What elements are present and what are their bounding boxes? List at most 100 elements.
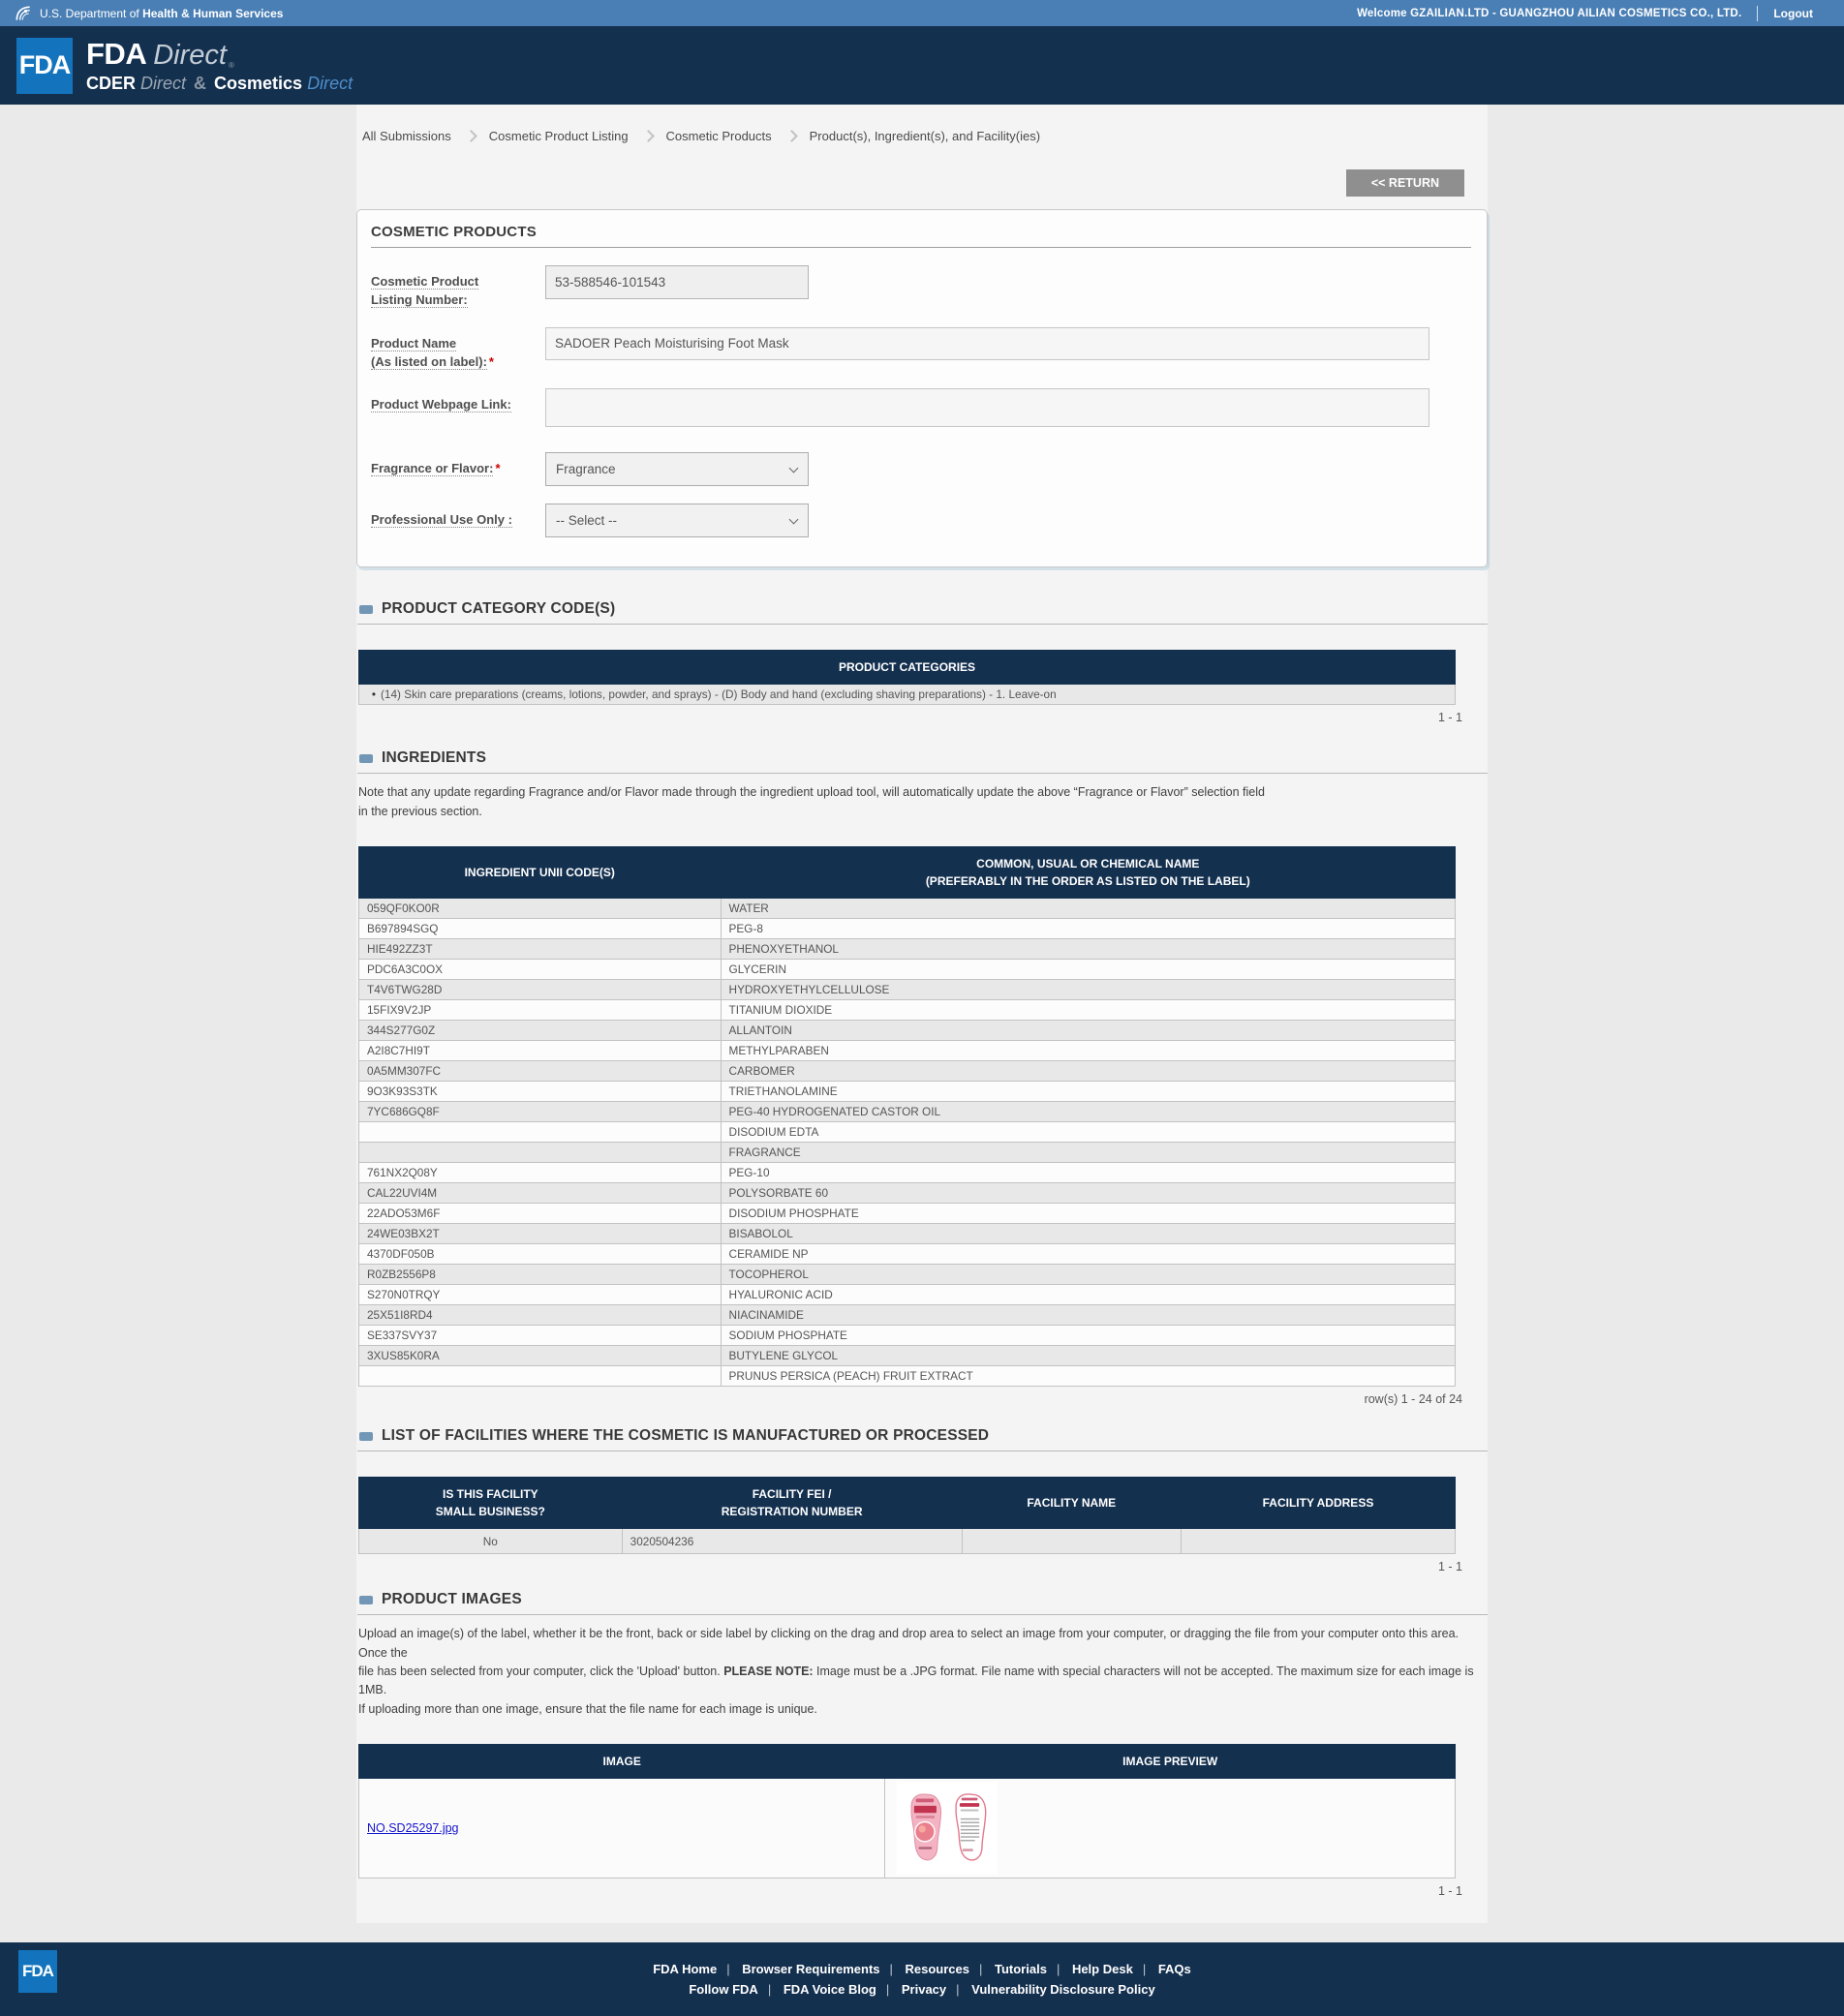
category-section-title: PRODUCT CATEGORY CODE(S) [382, 600, 616, 618]
ingredient-unii-code: 24WE03BX2T [358, 1223, 722, 1245]
product-name-label: Product Name (As listed on label): * [371, 335, 494, 370]
facility-name [961, 1528, 1182, 1555]
ingredient-row: 22ADO53M6F DISODIUM PHOSPHATE [358, 1203, 1457, 1225]
footer-link[interactable]: Resources [889, 1962, 982, 1976]
ingredient-unii-code: 0A5MM307FC [358, 1060, 722, 1083]
ingredient-unii-code: CAL22UVI4M [358, 1182, 722, 1205]
collapse-icon[interactable] [359, 753, 373, 763]
collapse-icon[interactable] [359, 1431, 373, 1441]
facilities-section-title: LIST OF FACILITIES WHERE THE COSMETIC IS… [382, 1427, 990, 1445]
footer-link[interactable]: Follow FDA [676, 1982, 771, 1997]
ingredient-unii-code: T4V6TWG28D [358, 979, 722, 1001]
ingredient-name: PRUNUS PERSICA (PEACH) FRUIT EXTRACT [720, 1365, 1457, 1388]
categories-header: PRODUCT CATEGORIES [358, 650, 1456, 686]
professional-use-select[interactable]: -- Select -- [545, 504, 809, 538]
ingredient-unii-code: 7YC686GQ8F [358, 1101, 722, 1123]
ingredient-row: PDC6A3C0OX GLYCERIN [358, 959, 1457, 981]
ingredient-name: TOCOPHEROL [720, 1264, 1457, 1286]
ingredient-unii-code: S270N0TRQY [358, 1284, 722, 1306]
hhs-department: U.S. Department of Health & Human Servic… [14, 4, 283, 23]
product-name-input[interactable] [545, 326, 1429, 360]
ingredient-name: ALLANTOIN [720, 1020, 1457, 1042]
unii-code-header: INGREDIENT UNII CODE(S) [358, 846, 722, 900]
breadcrumb-item[interactable]: Cosmetic Products [638, 125, 782, 147]
breadcrumb-item[interactable]: Cosmetic Product Listing [461, 125, 638, 147]
chevron-down-icon [788, 514, 799, 525]
panel-title: COSMETIC PRODUCTS [371, 224, 1471, 248]
app-footer: FDA FDA Home Browser Requirements Resour… [0, 1942, 1844, 2016]
footer-link[interactable]: Tutorials [979, 1962, 1060, 1976]
images-table: IMAGE IMAGE PREVIEW NO.SD25297.jpg [357, 1744, 1456, 1879]
logout-link[interactable]: Logout [1773, 7, 1813, 20]
ingredient-row: 15FIX9V2JP TITANIUM DIOXIDE [358, 999, 1457, 1022]
main-content: All Submissions Cosmetic Product Listing… [356, 105, 1488, 1923]
ingredient-name: PEG-10 [720, 1162, 1457, 1184]
ingredient-row: 761NX2Q08Y PEG-10 [358, 1162, 1457, 1184]
footer-link[interactable]: FDA Voice Blog [768, 1982, 889, 1997]
ingredient-name: TRIETHANOLAMINE [720, 1081, 1457, 1103]
facility-address-header: FACILITY ADDRESS [1180, 1477, 1457, 1530]
image-row: NO.SD25297.jpg [357, 1778, 1456, 1879]
fragrance-flavor-select[interactable]: Fragrance [545, 452, 809, 487]
ingredient-unii-code [358, 1365, 722, 1388]
fragrance-flavor-label: Fragrance or Flavor: * [371, 461, 501, 477]
collapse-icon[interactable] [359, 604, 373, 614]
professional-use-row: Professional Use Only : -- Select -- [371, 504, 1471, 538]
ingredient-name: TITANIUM DIOXIDE [720, 999, 1457, 1022]
ingredient-name: BISABOLOL [720, 1223, 1457, 1245]
footer-link[interactable]: Help Desk [1057, 1962, 1146, 1976]
ingredient-unii-code: 761NX2Q08Y [358, 1162, 722, 1184]
footer-link[interactable]: Browser Requirements [726, 1962, 892, 1976]
categories-pagination: 1 - 1 [1437, 711, 1462, 725]
ingredient-name: CERAMIDE NP [720, 1243, 1457, 1266]
ingredient-row: CAL22UVI4M POLYSORBATE 60 [358, 1182, 1457, 1205]
ingredient-row: DISODIUM EDTA [358, 1121, 1457, 1144]
ingredient-name: PEG-40 HYDROGENATED CASTOR OIL [720, 1101, 1457, 1123]
app-subtitle: CDER Direct & Cosmetics Direct [86, 74, 353, 93]
ingredient-unii-code: 4370DF050B [358, 1243, 722, 1266]
ingredient-unii-code: 3XUS85K0RA [358, 1345, 722, 1367]
footer-link[interactable]: FDA Home [640, 1962, 729, 1976]
ingredient-row: PRUNUS PERSICA (PEACH) FRUIT EXTRACT [358, 1365, 1457, 1388]
small-business-header: IS THIS FACILITY SMALL BUSINESS? [358, 1477, 623, 1530]
collapse-icon[interactable] [359, 1595, 373, 1604]
webpage-link-input[interactable] [545, 388, 1429, 428]
ingredient-name: PEG-8 [720, 918, 1457, 940]
ingredient-name: HYALURONIC ACID [720, 1284, 1457, 1306]
footer-link[interactable]: Privacy [886, 1982, 959, 1997]
facility-fei: 3020504236 [621, 1528, 963, 1555]
ingredient-row: A2I8C7HI9T METHYLPARABEN [358, 1040, 1457, 1062]
footer-link[interactable]: Vulnerability Disclosure Policy [956, 1982, 1168, 1997]
ingredient-name: BUTYLENE GLYCOL [720, 1345, 1457, 1367]
ingredient-name: NIACINAMIDE [720, 1304, 1457, 1327]
breadcrumb-item[interactable]: Product(s), Ingredient(s), and Facility(… [782, 125, 1050, 147]
ingredient-unii-code [358, 1121, 722, 1144]
fei-header: FACILITY FEI / REGISTRATION NUMBER [621, 1477, 963, 1530]
chemical-name-header: COMMON, USUAL OR CHEMICAL NAME (PREFERAB… [720, 846, 1457, 900]
return-button[interactable]: << RETURN [1345, 169, 1464, 197]
webpage-link-row: Product Webpage Link: [371, 388, 1471, 428]
ingredient-unii-code: 9O3K93S3TK [358, 1081, 722, 1103]
ingredient-row: B697894SGQ PEG-8 [358, 918, 1457, 940]
dept-text: U.S. Department of Health & Human Servic… [40, 6, 284, 20]
image-file-link[interactable]: NO.SD25297.jpg [367, 1821, 459, 1835]
facilities-pagination: 1 - 1 [1437, 1560, 1462, 1574]
breadcrumb-item[interactable]: All Submissions [356, 125, 461, 147]
ingredient-unii-code: 25X51I8RD4 [358, 1304, 722, 1327]
product-categories-table: PRODUCT CATEGORIES • (14) Skin care prepa… [358, 650, 1456, 706]
image-preview [897, 1782, 999, 1875]
ingredient-row: T4V6TWG28D HYDROXYETHYLCELLULOSE [358, 979, 1457, 1001]
images-instructions: Upload an image(s) of the label, whether… [358, 1627, 1474, 1716]
footer-links-row1: FDA Home Browser Requirements Resources … [640, 1962, 1204, 1976]
app-header: FDA FDA Direct ® CDER Direct & Cosmetics… [0, 26, 1844, 105]
ingredient-unii-code: 22ADO53M6F [358, 1203, 722, 1225]
ingredient-name: FRAGRANCE [720, 1142, 1457, 1164]
product-name-row: Product Name (As listed on label): * [371, 326, 1471, 372]
ingredient-unii-code: B697894SGQ [358, 918, 722, 940]
ingredient-unii-code: PDC6A3C0OX [358, 959, 722, 981]
images-section-title: PRODUCT IMAGES [382, 1591, 522, 1608]
ingredient-name: SODIUM PHOSPHATE [720, 1325, 1457, 1347]
facilities-table: IS THIS FACILITY SMALL BUSINESS? FACILIT… [358, 1477, 1457, 1555]
footer-link[interactable]: FAQs [1143, 1962, 1204, 1976]
listing-number-input[interactable] [545, 265, 809, 299]
